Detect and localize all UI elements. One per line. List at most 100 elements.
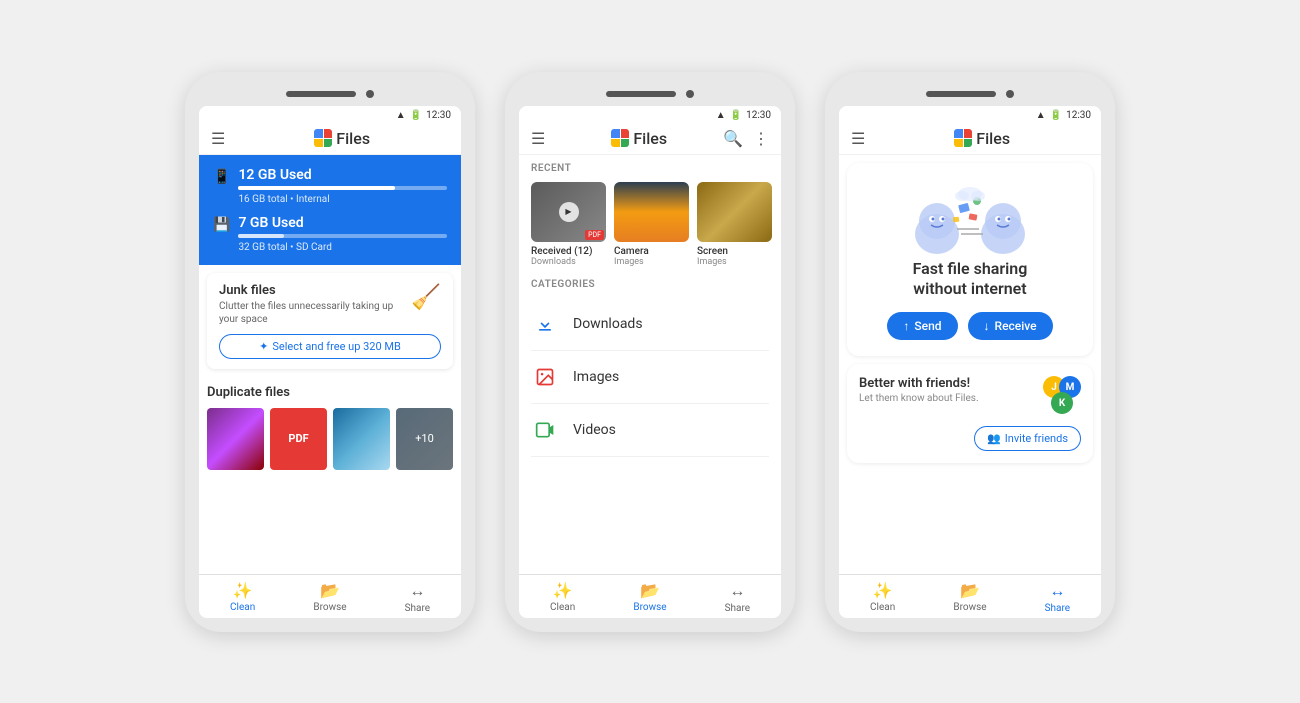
- phone-1-top-bar: [199, 86, 461, 106]
- downloads-icon: [531, 310, 559, 338]
- files-logo-1: [314, 129, 332, 147]
- send-label: Send: [914, 319, 941, 333]
- recent-item-received[interactable]: ▶ PDF Received (12) Downloads: [531, 182, 606, 267]
- camera-sub: Images: [614, 257, 689, 267]
- app-title-1: Files: [336, 129, 370, 148]
- storage-section: 📱 12 GB Used 16 GB total • Internal 💾 7 …: [199, 155, 461, 265]
- browse-icon-3: 📂: [960, 581, 980, 600]
- nav-browse-2[interactable]: 📂 Browse: [606, 581, 693, 614]
- menu-icon-2[interactable]: ☰: [531, 129, 545, 148]
- friends-info: Better with friends! Let them know about…: [859, 376, 1031, 404]
- logo-blue-2: [611, 129, 620, 138]
- camera-thumb: [614, 182, 689, 242]
- phone-camera: [366, 90, 374, 98]
- nav-browse-1[interactable]: 📂 Browse: [286, 581, 373, 614]
- thumb-grapes: [207, 408, 264, 470]
- logo-red: [324, 129, 333, 138]
- thumb-pdf: PDF: [270, 408, 327, 470]
- menu-icon-3[interactable]: ☰: [851, 129, 865, 148]
- browse-label-1: Browse: [313, 602, 346, 613]
- images-label: Images: [573, 369, 619, 385]
- internal-bar-bg: [238, 186, 447, 190]
- status-bar-1: ▲ 🔋 12:30: [199, 106, 461, 123]
- bottom-nav-1: ✨ Clean 📂 Browse ↔ Share: [199, 574, 461, 618]
- sd-storage-detail: 32 GB total • SD Card: [238, 242, 447, 253]
- send-icon: ↑: [903, 319, 909, 333]
- pdf-badge: PDF: [585, 230, 604, 240]
- share-label-2: Share: [725, 603, 750, 614]
- app-logo-1: Files: [235, 129, 449, 148]
- screen-thumb: [697, 182, 772, 242]
- logo-yellow: [314, 139, 323, 148]
- recent-item-screen[interactable]: Screen Images: [697, 182, 772, 267]
- nav-clean-3[interactable]: ✨ Clean: [839, 581, 926, 614]
- phone-1-screen: ▲ 🔋 12:30 ☰ Files �: [199, 106, 461, 618]
- send-button[interactable]: ↑ Send: [887, 312, 957, 340]
- nav-share-1[interactable]: ↔ Share: [374, 581, 461, 614]
- nav-browse-3[interactable]: 📂 Browse: [926, 581, 1013, 614]
- friends-card: Better with friends! Let them know about…: [847, 364, 1093, 463]
- category-downloads[interactable]: Downloads: [531, 298, 769, 351]
- phone-2-screen: ▲ 🔋 12:30 ☰ Files 🔍 ⋮: [519, 106, 781, 618]
- more-count: +10: [396, 408, 453, 470]
- phone-3-top-bar: [839, 86, 1101, 106]
- junk-desc: Clutter the files unnecessarily taking u…: [219, 300, 411, 326]
- share-hero: Fast file sharingwithout internet ↑ Send…: [847, 163, 1093, 357]
- battery-icon: 🔋: [410, 110, 422, 121]
- time-display-2: 12:30: [746, 110, 771, 121]
- free-up-button[interactable]: ✦ Select and free up 320 MB: [219, 334, 441, 359]
- sd-bar-bg: [238, 234, 447, 238]
- time-display-3: 12:30: [1066, 110, 1091, 121]
- screen-name: Screen: [697, 246, 772, 257]
- phone-2-top-bar: [519, 86, 781, 106]
- duplicate-thumbnails: PDF +10: [207, 408, 453, 470]
- category-images[interactable]: Images: [531, 351, 769, 404]
- invite-friends-button[interactable]: 👥 Invite friends: [974, 426, 1081, 451]
- screen-sub: Images: [697, 257, 772, 267]
- menu-icon-1[interactable]: ☰: [211, 129, 225, 148]
- files-logo-3: [954, 129, 972, 147]
- header-icons-2: 🔍 ⋮: [723, 129, 769, 148]
- category-videos[interactable]: Videos: [531, 404, 769, 457]
- water-img: [333, 408, 390, 470]
- clean-icon-3: ✨: [873, 581, 893, 600]
- phone-2-speaker: [606, 91, 676, 97]
- app-header-2: ☰ Files 🔍 ⋮: [519, 123, 781, 155]
- receive-button[interactable]: ↓ Receive: [968, 312, 1053, 340]
- app-header-3: ☰ Files: [839, 123, 1101, 155]
- browse-icon-1: 📂: [320, 581, 340, 600]
- sd-storage-icon: 💾: [213, 217, 230, 233]
- logo-green-3: [964, 139, 973, 148]
- nav-clean-2[interactable]: ✨ Clean: [519, 581, 606, 614]
- nav-share-2[interactable]: ↔ Share: [694, 581, 781, 614]
- received-thumb: ▶ PDF: [531, 182, 606, 242]
- logo-blue: [314, 129, 323, 138]
- app-title-2: Files: [633, 129, 667, 148]
- receive-icon: ↓: [984, 319, 990, 333]
- sd-storage-title: 7 GB Used: [238, 215, 447, 231]
- play-button: ▶: [559, 202, 579, 222]
- nav-share-3[interactable]: ↔ Share: [1014, 581, 1101, 614]
- time-display-1: 12:30: [426, 110, 451, 121]
- videos-icon: [531, 416, 559, 444]
- camera-name: Camera: [614, 246, 689, 257]
- phone-3-speaker: [926, 91, 996, 97]
- internal-storage-info: 12 GB Used 16 GB total • Internal: [238, 167, 447, 205]
- logo-red-3: [964, 129, 973, 138]
- recent-item-camera[interactable]: Camera Images: [614, 182, 689, 267]
- logo-green: [324, 139, 333, 148]
- avatar-green: K: [1051, 392, 1073, 414]
- receive-label: Receive: [995, 319, 1037, 333]
- more-icon[interactable]: ⋮: [753, 129, 769, 148]
- screen-thumb-img: [697, 182, 772, 242]
- ghosts-svg: [905, 179, 1035, 259]
- camera-thumb-img: [614, 182, 689, 242]
- search-icon[interactable]: 🔍: [723, 129, 743, 148]
- share-icon-3: ↔: [1049, 581, 1065, 601]
- browse-label-2: Browse: [633, 602, 666, 613]
- browse-label-3: Browse: [953, 602, 986, 613]
- share-label-1: Share: [405, 603, 430, 614]
- signal-icon: ▲: [396, 110, 406, 121]
- phone-1-clean: ▲ 🔋 12:30 ☰ Files �: [185, 72, 475, 632]
- nav-clean-1[interactable]: ✨ Clean: [199, 581, 286, 614]
